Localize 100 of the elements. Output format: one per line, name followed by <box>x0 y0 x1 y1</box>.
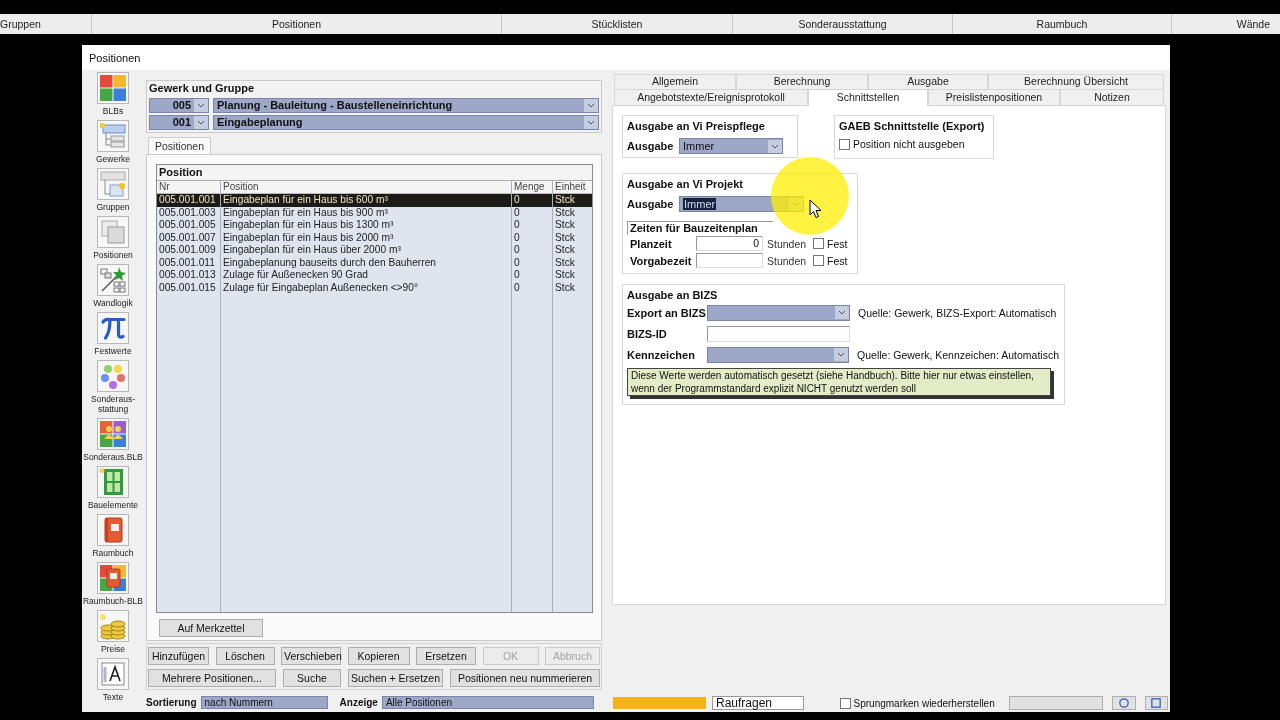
section-header: Zeiten für Bauzeitenplan <box>627 221 773 235</box>
column-header[interactable]: Menge <box>512 181 553 193</box>
sidebar-item[interactable]: Raumbuch <box>82 514 144 562</box>
field-label: BIZS-ID <box>627 327 668 340</box>
tab[interactable]: Positionen <box>148 137 212 154</box>
sidebar-item[interactable]: Wandlogik <box>82 264 144 312</box>
checkbox[interactable] <box>839 138 850 150</box>
module-tab[interactable]: Sonderausstattung <box>733 14 953 34</box>
action-button[interactable]: Löschen <box>215 647 275 665</box>
sidebar-item[interactable]: Sonderaus-stattung <box>82 360 144 418</box>
table-cell-text: Stck <box>554 281 576 294</box>
action-button[interactable]: Suche <box>283 669 341 687</box>
tab[interactable]: Berechnung Übersicht <box>988 74 1164 89</box>
unit-label: Stunden <box>766 254 808 267</box>
module-tab[interactable]: Stücklisten <box>502 14 733 34</box>
chevron-down-icon <box>584 99 598 112</box>
table-cell-text: Stck <box>554 244 576 257</box>
group-title: Gewerk und Gruppe <box>149 81 256 96</box>
table-row[interactable]: 005.001.001 Eingabeplan für ein Haus bis 600 m³ 0 Stck <box>157 194 592 207</box>
window-frame-icon <box>97 466 129 498</box>
chevron-down-icon <box>194 99 208 112</box>
table-cell: Zulage für Eingabeplan Außenecken <>90° <box>221 281 512 294</box>
text-field[interactable]: Raufragen <box>712 696 804 710</box>
sidebar-item[interactable]: BLBs <box>82 72 144 120</box>
icon-button[interactable] <box>1112 696 1136 710</box>
table-cell: 005.001.001 <box>157 194 221 207</box>
tab[interactable]: Angebotstexte/Ereignisprotokoll <box>614 89 808 105</box>
sidebar-item[interactable]: Bauelemente <box>82 466 144 514</box>
tab[interactable]: Berechnung <box>736 74 868 89</box>
chevron-down-icon <box>584 116 598 129</box>
code-dropdown[interactable]: 001 <box>149 115 209 130</box>
sidebar-item[interactable]: Preise <box>82 610 144 658</box>
column-header[interactable]: Position <box>221 181 512 193</box>
table-cell: 0 <box>512 194 553 207</box>
table-cell-text: Stck <box>554 269 576 282</box>
action-button[interactable]: Suchen + Ersetzen <box>348 669 443 687</box>
people-tiles-icon <box>97 418 129 450</box>
table-cell: 005.001.015 <box>157 281 221 294</box>
input-field[interactable] <box>707 325 850 342</box>
checkbox-label: Position nicht ausgeben <box>853 138 965 150</box>
sort-label: Sortierung <box>145 696 197 708</box>
name-dropdown[interactable]: Planung - Bauleitung - Baustelleneinrichtung <box>213 98 599 113</box>
group-title: Ausgabe an Vi Preispflege <box>627 119 766 133</box>
code-dropdown[interactable]: 005 <box>149 98 209 113</box>
input-field[interactable] <box>696 253 763 268</box>
sidebar-item[interactable]: Texte <box>82 658 144 706</box>
module-tab[interactable]: Raumbuch <box>953 14 1172 34</box>
view-dropdown[interactable]: Alle Positionen <box>381 695 594 709</box>
table-cell-text: Stck <box>554 194 576 207</box>
tab[interactable]: Ausgabe <box>868 74 988 89</box>
tab[interactable]: Preislistenpositionen <box>928 89 1060 105</box>
column-header[interactable]: Nr <box>157 181 221 193</box>
table-cell: 005.001.013 <box>157 269 221 282</box>
action-button[interactable]: Kopieren <box>347 647 410 665</box>
name-dropdown[interactable]: Eingabeplanung <box>213 115 599 130</box>
module-tab[interactable]: Gruppen <box>0 14 92 34</box>
table-cell: 0 <box>512 269 553 282</box>
action-button[interactable]: Ersetzen <box>416 647 476 665</box>
dropdown[interactable] <box>707 346 850 363</box>
module-tab[interactable]: Positionen <box>92 14 502 34</box>
column-header[interactable]: Einheit <box>553 181 592 193</box>
sidebar-item[interactable]: Gewerke <box>82 120 144 168</box>
sidebar-item[interactable]: Raumbuch-BLB <box>82 562 144 610</box>
table-cell-text: Stck <box>554 219 576 232</box>
tab[interactable]: Allgemein <box>614 74 736 89</box>
output-dropdown[interactable]: Immer <box>679 138 783 154</box>
group-title: Ausgabe an BIZS <box>627 288 719 302</box>
table-cell: Zulage für Außenecken 90 Grad <box>221 269 512 282</box>
action-button[interactable]: Positionen neu nummerieren <box>450 669 600 687</box>
dialog-button[interactable] <box>1008 696 1104 710</box>
square-icon <box>1151 698 1162 708</box>
dropdown[interactable] <box>707 304 850 321</box>
input-field[interactable]: 0 <box>696 236 763 251</box>
field-label: Planzeit <box>630 237 673 250</box>
action-button[interactable]: Verschieben <box>281 647 341 665</box>
sidebar-item[interactable]: Positionen <box>82 216 144 264</box>
checkbox[interactable] <box>813 255 824 266</box>
checkbox[interactable] <box>839 697 851 709</box>
hint-box: Diese Werte werden automatisch gesetzt (siehe Handbuch). Bitte hier nur etwas einstellen, wenn der Programmstandard explizit NICHT genutzt werden soll <box>627 368 1051 396</box>
coins-icon <box>97 610 129 642</box>
sidebar-item[interactable]: Gruppen <box>82 168 144 216</box>
table-cell: 0 <box>512 219 553 232</box>
sort-dropdown[interactable]: nach Nummern <box>200 695 328 709</box>
tab[interactable]: Notizen <box>1060 89 1164 105</box>
checkbox-label: Sprungmarken wiederherstellen <box>853 697 995 709</box>
merkzettel-button[interactable]: Auf Merkzettel <box>159 619 263 637</box>
checkbox[interactable] <box>813 238 824 249</box>
icon-button[interactable] <box>1144 696 1168 710</box>
tab[interactable]: Schnittstellen <box>808 89 928 106</box>
action-button[interactable]: Mehrere Positionen... <box>148 669 276 687</box>
module-tab[interactable]: Wände <box>1172 14 1280 34</box>
table-cell: 005.001.005 <box>157 219 221 232</box>
view-label: Anzeige <box>338 696 378 708</box>
circle-icon <box>1118 698 1129 708</box>
action-button[interactable]: Hinzufügen <box>148 647 209 665</box>
sidebar-item[interactable]: Sonderaus.BLB <box>82 418 144 466</box>
table-title: Position <box>157 165 592 181</box>
mouse-pointer-icon <box>809 199 822 219</box>
table-cell: Eingabeplan für ein Haus bis 600 m³ <box>221 194 512 207</box>
sidebar-item[interactable]: Festwerte <box>82 312 144 360</box>
